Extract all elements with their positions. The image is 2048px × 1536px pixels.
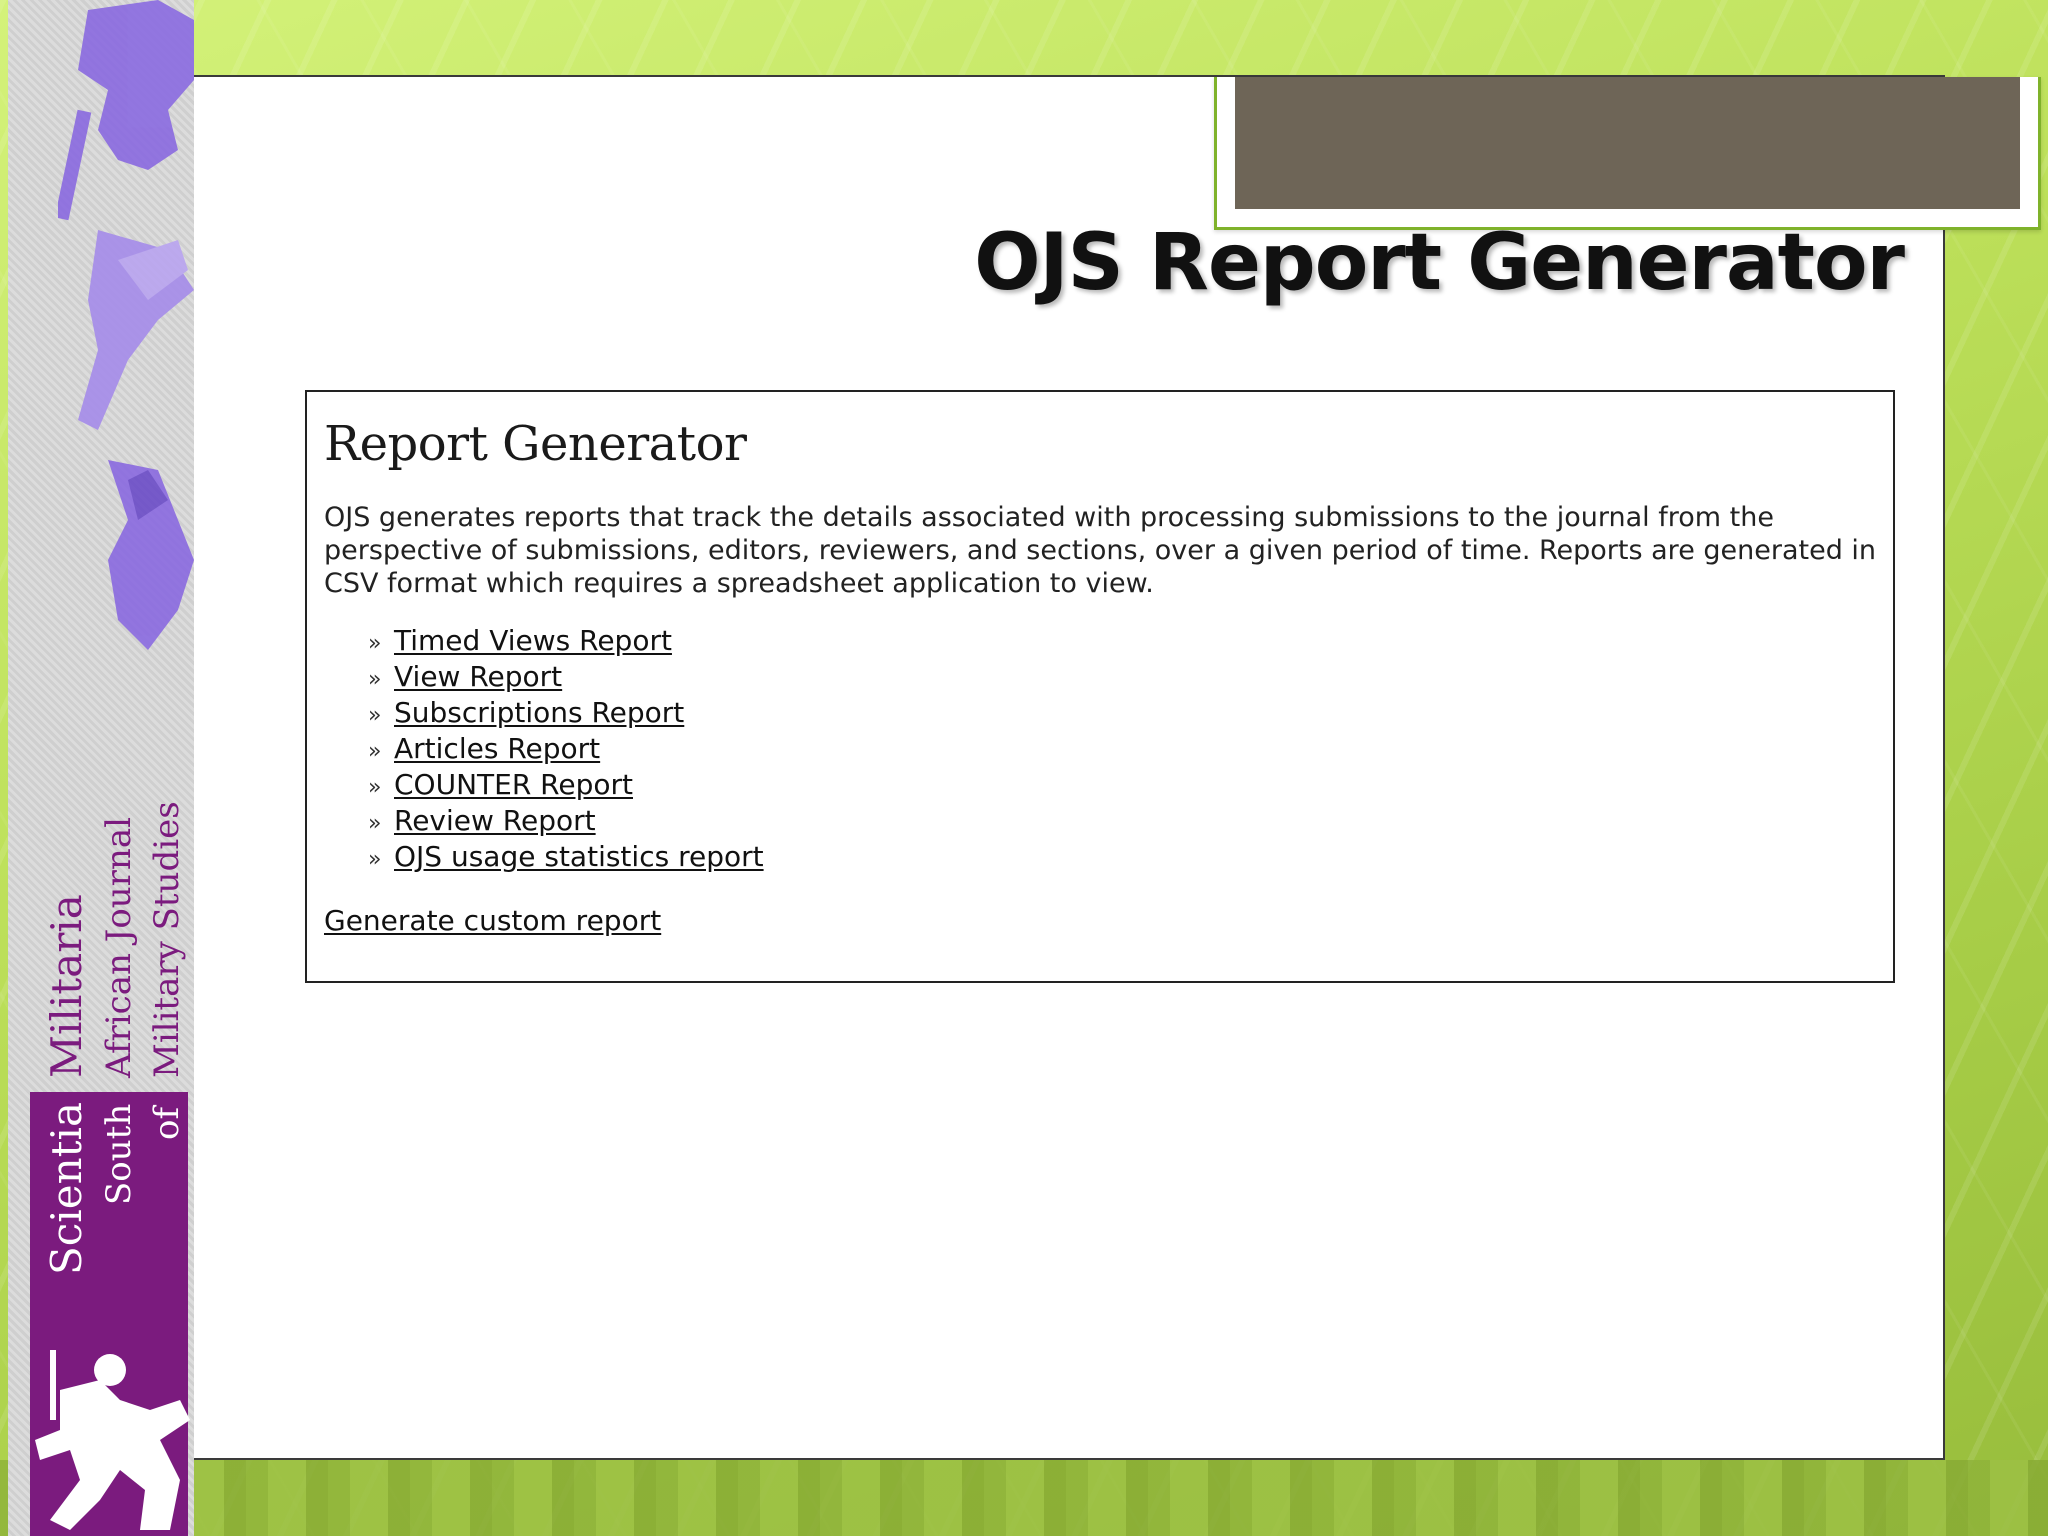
journal-banner: Scientia Militaria South African Journal…: [8, 0, 194, 1536]
bullet-icon: »: [368, 738, 382, 764]
articles-report-link[interactable]: Articles Report: [394, 732, 600, 765]
ojs-usage-statistics-report-link[interactable]: OJS usage statistics report: [394, 840, 764, 873]
report-list: » Timed Views Report » View Report » Sub…: [368, 624, 1877, 876]
bullet-icon: »: [368, 774, 382, 800]
bullet-icon: »: [368, 846, 382, 872]
list-item: » View Report: [368, 660, 1877, 696]
list-item: » Articles Report: [368, 732, 1877, 768]
bullet-icon: »: [368, 810, 382, 836]
report-generator-heading: Report Generator: [324, 416, 747, 472]
view-report-link[interactable]: View Report: [394, 660, 562, 693]
journal-word-african-journal: African Journal: [99, 817, 139, 1078]
header-bar: [1214, 77, 2041, 230]
header-bar-fill: [1235, 77, 2020, 209]
slide-title: OJS Report Generator: [974, 218, 1905, 308]
bullet-icon: »: [368, 630, 382, 656]
list-item: » Review Report: [368, 804, 1877, 840]
list-item: » Timed Views Report: [368, 624, 1877, 660]
journal-word-of: of: [147, 1106, 187, 1140]
subscriptions-report-link[interactable]: Subscriptions Report: [394, 696, 684, 729]
bottom-decorative-band: [0, 1460, 2048, 1536]
list-item: » OJS usage statistics report: [368, 840, 1877, 876]
journal-word-military-studies: Military Studies: [147, 801, 187, 1078]
review-report-link[interactable]: Review Report: [394, 804, 596, 837]
timed-views-report-link[interactable]: Timed Views Report: [394, 624, 672, 657]
journal-word-scientia: Scientia: [42, 1102, 91, 1275]
bullet-icon: »: [368, 666, 382, 692]
report-generator-panel: Report Generator OJS generates reports t…: [305, 390, 1895, 983]
journal-word-south: South: [99, 1103, 139, 1205]
list-item: » COUNTER Report: [368, 768, 1877, 804]
list-item: » Subscriptions Report: [368, 696, 1877, 732]
counter-report-link[interactable]: COUNTER Report: [394, 768, 633, 801]
soldier-silhouette: [35, 1350, 190, 1530]
generate-custom-report-link[interactable]: Generate custom report: [324, 904, 661, 937]
military-vehicles-illustration: [58, 0, 194, 650]
report-generator-description: OJS generates reports that track the det…: [324, 501, 1877, 599]
journal-word-militaria: Militaria: [42, 894, 91, 1078]
bullet-icon: »: [368, 702, 382, 728]
